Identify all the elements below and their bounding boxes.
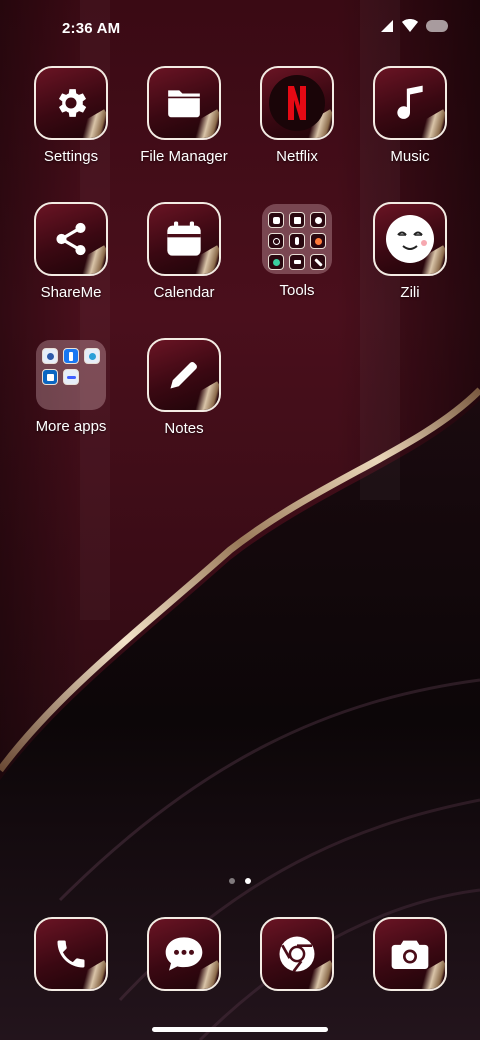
dock-chrome[interactable] (242, 917, 352, 991)
app-netflix[interactable]: Netflix (242, 66, 352, 165)
chrome-icon (279, 936, 315, 973)
facebook-icon (63, 348, 79, 364)
recorder-icon (289, 233, 305, 249)
cleaner-icon (310, 254, 326, 270)
music-tile[interactable] (373, 66, 447, 140)
smiley-face-icon (386, 215, 434, 263)
camera-tile[interactable] (373, 917, 447, 991)
app-label-file-manager: File Manager (140, 148, 228, 165)
app-notes[interactable]: Notes (129, 338, 239, 437)
messaging-icon (165, 937, 203, 971)
pencil-icon (170, 362, 197, 389)
compass-icon (268, 254, 284, 270)
app-label-shareme: ShareMe (40, 284, 102, 301)
page-dot-1[interactable] (229, 878, 235, 884)
chrome-tile[interactable] (260, 917, 334, 991)
wifi-icon (402, 19, 418, 37)
share-icon (56, 222, 86, 256)
dock-messaging[interactable] (129, 917, 239, 991)
gear-icon (58, 89, 87, 117)
calculator-icon (268, 212, 284, 228)
netflix-icon (269, 75, 325, 131)
home-indicator[interactable] (152, 1027, 328, 1032)
globe-icon (84, 348, 100, 364)
app-shareme[interactable]: ShareMe (16, 202, 126, 301)
app-label-netflix: Netflix (276, 148, 318, 165)
messaging-tile[interactable] (147, 917, 221, 991)
app-settings[interactable]: Settings (16, 66, 126, 165)
status-time: 2:36 AM (62, 19, 121, 37)
linkedin-icon (42, 369, 58, 385)
music-note-icon (397, 85, 423, 119)
notes-tile[interactable] (147, 338, 221, 412)
download-icon (289, 254, 305, 270)
app-label-settings: Settings (43, 148, 99, 165)
grid-icon (289, 212, 305, 228)
status-bar: 2:36 AM (0, 0, 480, 56)
camera-icon (391, 940, 429, 969)
calendar-icon (167, 221, 201, 256)
page-indicator (0, 878, 480, 884)
signal-icon (380, 19, 394, 38)
phone-tile[interactable] (34, 917, 108, 991)
status-icons (380, 19, 448, 38)
app-label-calendar: Calendar (153, 284, 215, 301)
netflix-tile[interactable] (260, 66, 334, 140)
scanner-icon (310, 233, 326, 249)
app-file-manager[interactable]: File Manager (129, 66, 239, 165)
zili-tile[interactable] (373, 202, 447, 276)
app-calendar[interactable]: Calendar (129, 202, 239, 301)
app-label-zili: Zili (400, 284, 420, 301)
app-zili[interactable]: Zili (355, 202, 465, 301)
folder-icon (168, 90, 200, 118)
battery-icon (426, 19, 448, 37)
settings-tile[interactable] (34, 66, 108, 140)
vpn-icon (42, 348, 58, 364)
app-label-notes: Notes (164, 420, 204, 437)
dock-camera[interactable] (355, 917, 465, 991)
phone-icon (57, 940, 85, 968)
app-label-tools: Tools (279, 282, 315, 299)
clock-icon (310, 212, 326, 228)
tools-folder[interactable] (262, 204, 332, 274)
app-label-more-apps: More apps (35, 418, 107, 435)
calendar-tile[interactable] (147, 202, 221, 276)
dock-phone[interactable] (16, 917, 126, 991)
radio-icon (268, 233, 284, 249)
file-manager-tile[interactable] (147, 66, 221, 140)
app-more-apps-folder[interactable]: More apps (16, 338, 126, 435)
app-label-music: Music (390, 148, 430, 165)
more-apps-folder[interactable] (36, 340, 106, 410)
app-tools-folder[interactable]: Tools (242, 202, 352, 299)
shareme-tile[interactable] (34, 202, 108, 276)
app-music[interactable]: Music (355, 66, 465, 165)
nordvpn-icon (63, 369, 79, 385)
page-dot-2[interactable] (245, 878, 251, 884)
